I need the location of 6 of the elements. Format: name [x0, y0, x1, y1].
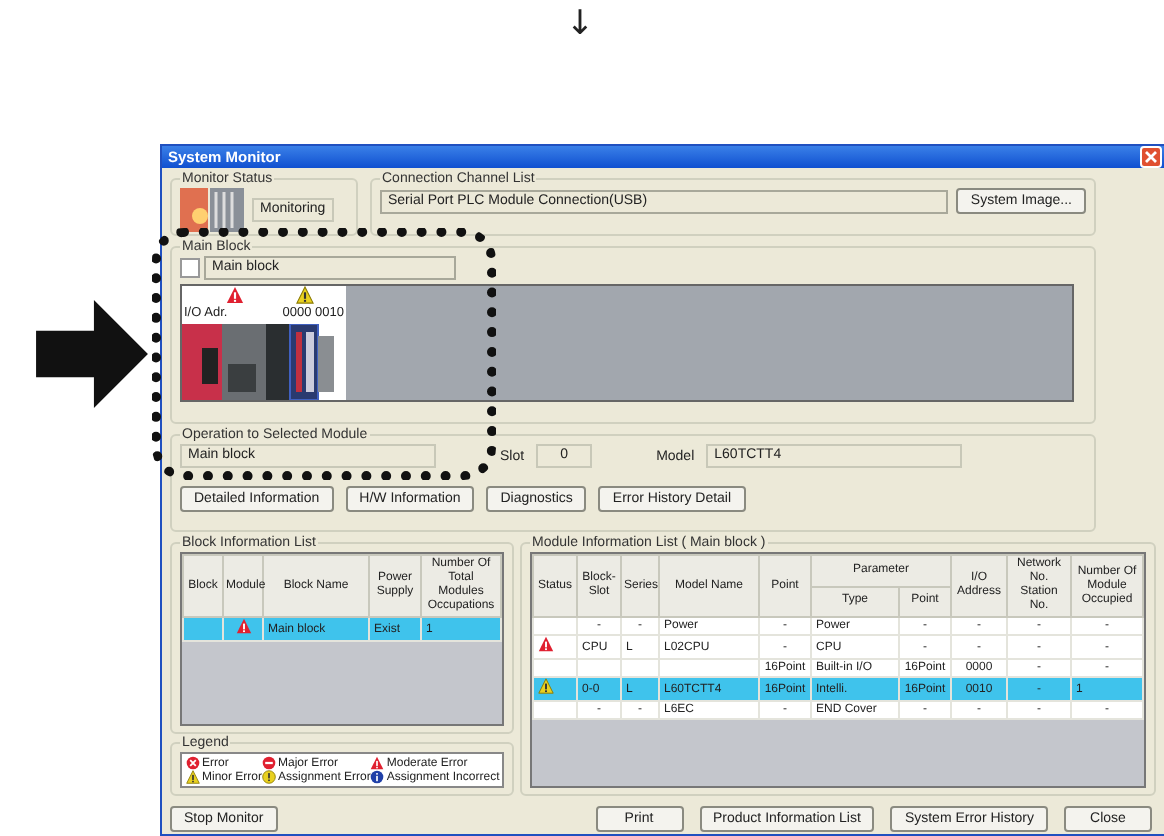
down-arrow-marker: ↓ [563, 2, 597, 48]
plc-monitor-icon [180, 188, 244, 232]
close-button[interactable] [1140, 146, 1162, 168]
checkbox[interactable] [180, 258, 200, 278]
right-arrow-icon [36, 300, 148, 408]
close-icon [1144, 150, 1158, 164]
